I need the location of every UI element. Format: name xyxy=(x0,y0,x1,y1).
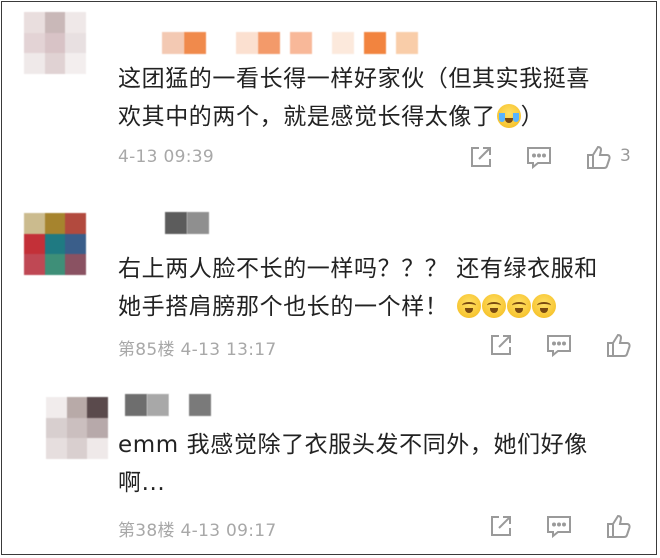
share-icon xyxy=(491,335,511,355)
comment-list: 这团猛的一看长得一样好家伙（但其实我挺喜 欢其中的两个，就是感觉长得太像了） 4… xyxy=(1,1,657,555)
laughing-crying-face-emoji xyxy=(532,294,557,318)
share-button[interactable] xyxy=(486,330,516,360)
comment-text-line: 右上两人脸不长的一样吗？？？ 还有绿衣服和 xyxy=(118,256,598,282)
reply-button[interactable] xyxy=(524,142,554,172)
thumbs-up-icon xyxy=(587,145,611,169)
laughing-crying-face-emoji xyxy=(507,294,532,318)
comment-text: emm 我感觉除了衣服头发不同外，她们好像 啊... xyxy=(118,426,628,502)
reply-button[interactable] xyxy=(544,511,574,541)
reply-button[interactable] xyxy=(544,330,574,360)
comment-text: 这团猛的一看长得一样好家伙（但其实我挺喜 欢其中的两个，就是感觉长得太像了） xyxy=(118,60,628,136)
share-button[interactable] xyxy=(486,511,516,541)
laughing-crying-face-emoji xyxy=(457,294,482,318)
avatar[interactable] xyxy=(24,12,86,74)
username-mosaic[interactable] xyxy=(162,32,418,54)
thumbs-up-icon xyxy=(607,514,631,538)
avatar[interactable] xyxy=(46,397,108,459)
like-button[interactable]: 3 xyxy=(584,142,631,172)
comment-actions xyxy=(486,511,636,541)
comment-text-line: 这团猛的一看长得一样好家伙（但其实我挺喜 xyxy=(118,66,590,92)
comment-actions xyxy=(486,330,636,360)
comment-icon xyxy=(547,335,571,358)
avatar[interactable] xyxy=(24,213,86,275)
like-button[interactable] xyxy=(604,330,634,360)
comment-text: 右上两人脸不长的一样吗？？？ 还有绿衣服和 她手搭肩膀那个也长的一个样！ xyxy=(118,250,628,326)
comment-floor-timestamp: 第38楼 4-13 09:17 xyxy=(118,521,277,541)
comment-text-line: 她手搭肩膀那个也长的一个样！ xyxy=(118,288,628,326)
like-count: 3 xyxy=(620,146,631,166)
username-mosaic[interactable] xyxy=(165,212,209,234)
comment-text-line: 欢其中的两个，就是感觉长得太像了） xyxy=(118,104,545,130)
comment-icon xyxy=(527,147,551,170)
like-button[interactable] xyxy=(604,511,634,541)
comment-actions: 3 xyxy=(466,142,646,172)
laughing-crying-face-emoji xyxy=(482,294,507,318)
username-mosaic[interactable] xyxy=(125,394,211,416)
share-button[interactable] xyxy=(466,142,496,172)
share-icon xyxy=(491,516,511,536)
comment-text-line: emm 我感觉除了衣服头发不同外，她们好像 xyxy=(118,432,588,458)
comment-timestamp: 4-13 09:39 xyxy=(118,147,214,167)
comment-icon xyxy=(547,516,571,539)
thumbs-up-icon xyxy=(607,333,631,357)
comment-floor-timestamp: 第85楼 4-13 13:17 xyxy=(118,340,277,360)
crying-face-emoji xyxy=(496,104,521,128)
comment-text-line: 啊... xyxy=(118,470,166,496)
share-icon xyxy=(471,147,491,167)
